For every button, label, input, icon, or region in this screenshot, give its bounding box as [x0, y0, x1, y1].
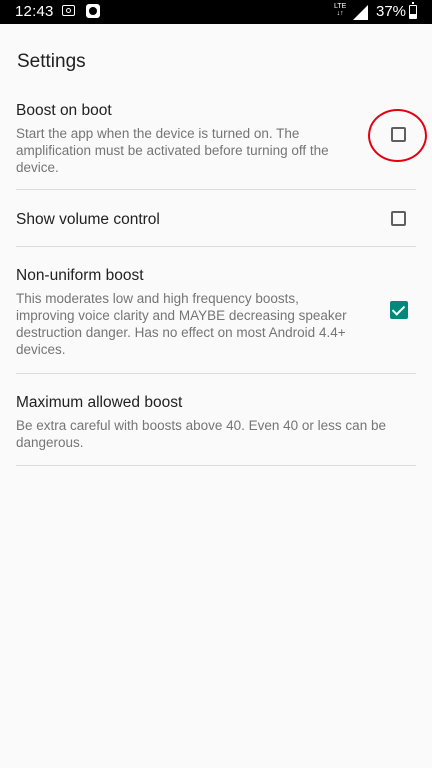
pref-show-volume-control[interactable]: Show volume control [16, 210, 416, 229]
pref-non-uniform-boost[interactable]: Non-uniform boost This moderates low and… [16, 266, 361, 358]
lte-icon: LTE ↓↑ [334, 3, 347, 17]
pref-summary: Be extra careful with boosts above 40. E… [16, 418, 386, 450]
divider [16, 373, 416, 374]
app-notification-icon [86, 4, 100, 18]
pref-maximum-allowed-boost[interactable]: Maximum allowed boost Be extra careful w… [16, 393, 416, 451]
status-time: 12:43 [15, 3, 54, 20]
pref-boost-on-boot[interactable]: Boost on boot Start the app when the dev… [16, 101, 361, 176]
non-uniform-boost-checkbox[interactable] [390, 301, 408, 319]
page-title: Settings [17, 51, 86, 72]
divider [16, 465, 416, 466]
show-volume-control-checkbox[interactable] [391, 211, 406, 226]
pref-title: Maximum allowed boost [16, 394, 183, 411]
pref-summary: This moderates low and high frequency bo… [16, 291, 347, 357]
status-bar: 12:43 LTE ↓↑ 37% [0, 0, 432, 24]
divider [16, 246, 416, 247]
pref-title: Boost on boot [16, 102, 112, 119]
battery-icon [409, 2, 417, 19]
pref-summary: Start the app when the device is turned … [16, 126, 329, 175]
boost-on-boot-checkbox[interactable] [391, 127, 406, 142]
pref-title: Show volume control [16, 211, 160, 228]
signal-icon [353, 5, 368, 20]
divider [16, 189, 416, 190]
battery-percent: 37% [376, 3, 407, 20]
pref-title: Non-uniform boost [16, 267, 144, 284]
screenshot-icon [62, 5, 75, 16]
